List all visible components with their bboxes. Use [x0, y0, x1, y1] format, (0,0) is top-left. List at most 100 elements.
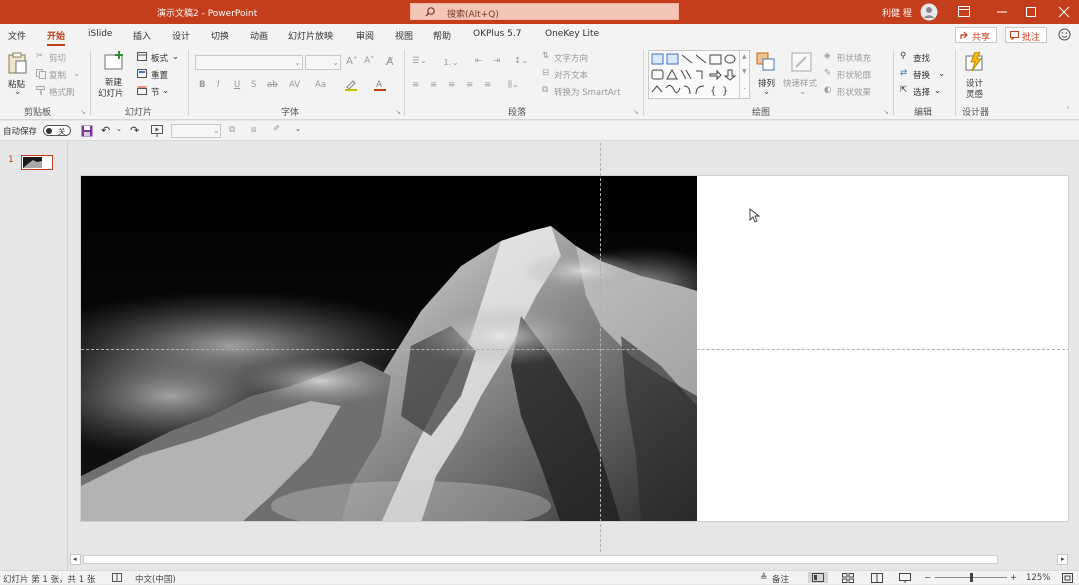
increase-font-icon[interactable]: A˄ [346, 56, 358, 67]
notes-button[interactable]: 备注 [772, 573, 789, 585]
justify-icon[interactable]: ≡ [466, 80, 473, 90]
decrease-font-icon[interactable]: A˅ [364, 56, 375, 66]
tab-okplus[interactable]: OKPlus 5.7 [473, 29, 521, 39]
underline-button[interactable]: U [234, 80, 240, 90]
tab-view[interactable]: 视图 [395, 29, 413, 42]
decrease-indent-icon[interactable]: ⇤ [475, 56, 482, 66]
format-painter-button[interactable]: 格式刷 [36, 85, 80, 98]
paste-button[interactable]: 粘贴 ⌄ [6, 50, 30, 97]
reset-button[interactable]: 重置 [137, 68, 181, 81]
zoom-level[interactable]: 125% [1026, 573, 1050, 583]
fit-to-window-icon[interactable] [1062, 573, 1073, 583]
close-icon[interactable] [1058, 6, 1070, 18]
maximize-icon[interactable] [1025, 6, 1037, 18]
font-name-dropdown[interactable]: ⌄ [195, 55, 303, 70]
font-size-dropdown[interactable]: ⌄ [305, 55, 341, 70]
slideshow-view-icon[interactable] [899, 573, 911, 583]
shapes-scroll[interactable]: ▲ ▼ ⌄ [739, 51, 749, 98]
ribbon-display-icon[interactable] [958, 6, 970, 17]
shape-effects-button[interactable]: ◐ 形状效果 [824, 85, 886, 98]
slide-sorter-icon[interactable] [842, 573, 854, 583]
tab-design[interactable]: 设计 [172, 29, 190, 42]
scroll-thumb[interactable] [83, 555, 998, 564]
customize-qat-icon[interactable]: ⌄ [295, 125, 301, 133]
qat-dropdown[interactable]: ⌄ [171, 124, 221, 138]
italic-button[interactable]: I [217, 80, 220, 90]
avatar-icon[interactable] [920, 3, 938, 21]
smartart-button[interactable]: ⧉ 转换为 SmartArt [542, 85, 632, 98]
tab-home[interactable]: 开始 [47, 29, 66, 46]
search-box[interactable]: 搜索(Alt+Q) [410, 3, 679, 20]
vertical-guide[interactable] [600, 143, 601, 552]
bold-button[interactable]: B [199, 80, 205, 90]
highlight-icon[interactable] [345, 79, 359, 91]
normal-view-button[interactable] [808, 572, 828, 583]
align-center-icon[interactable]: ≡ [430, 80, 437, 90]
user-name[interactable]: 利健 程 [882, 6, 912, 19]
zoom-out-button[interactable]: − [924, 573, 931, 583]
smiley-feedback-icon[interactable] [1058, 28, 1071, 41]
replace-button[interactable]: ⇄ 替换 ⌄ [900, 68, 950, 81]
zoom-in-button[interactable]: + [1010, 573, 1017, 583]
clear-format-icon[interactable]: A̸ [386, 55, 394, 68]
share-button[interactable]: 共享 [955, 27, 997, 43]
tab-review[interactable]: 审阅 [356, 29, 374, 42]
zoom-slider-thumb[interactable] [970, 573, 973, 582]
scroll-right-button[interactable]: ▸ [1057, 554, 1068, 565]
new-slide-button[interactable]: 新建 幻灯片 [96, 50, 132, 99]
collapse-ribbon-icon[interactable]: ˄ [1066, 106, 1070, 115]
columns-icon[interactable]: ⫼⌄ [508, 80, 519, 90]
format-brush-icon[interactable]: ✐ [273, 124, 280, 134]
select-button[interactable]: ⇱ 选择 ⌄ [900, 85, 950, 98]
layout-button[interactable]: 板式 ⌄ [137, 51, 181, 64]
autosave-toggle[interactable]: 关 [43, 125, 71, 136]
undo-icon[interactable]: ↶ [101, 124, 110, 137]
shadow-button[interactable]: S [251, 80, 256, 90]
line-spacing-icon[interactable]: ↕⌄ [514, 56, 528, 66]
shape-fill-button[interactable]: ◈ 形状填充 [824, 51, 886, 64]
horizontal-guide[interactable] [81, 349, 1068, 350]
paragraph-launcher-icon[interactable]: ↘ [633, 108, 639, 116]
arrange-button[interactable]: 排列 ⌄ [754, 50, 778, 98]
tab-insert[interactable]: 插入 [133, 29, 151, 42]
present-icon[interactable] [151, 125, 163, 137]
shapes-gallery[interactable]: {} ▲ ▼ ⌄ [648, 50, 750, 99]
font-launcher-icon[interactable]: ↘ [395, 108, 401, 116]
numbering-icon[interactable]: ⒈⌄ [443, 56, 459, 68]
clipboard-launcher-icon[interactable]: ↘ [80, 108, 86, 116]
section-button[interactable]: 节 ⌄ [137, 85, 181, 98]
tab-file[interactable]: 文件 [8, 29, 26, 42]
minimize-icon[interactable] [996, 6, 1008, 18]
tab-onekey[interactable]: OneKey Lite [545, 29, 599, 39]
drawing-launcher-icon[interactable]: ↘ [883, 108, 889, 116]
design-ideas-button[interactable]: 设计 灵感 [962, 50, 990, 100]
undo-dropdown-icon[interactable]: ⌄ [116, 125, 122, 133]
reading-view-icon[interactable] [871, 573, 883, 583]
change-case-icon[interactable]: Aa [315, 80, 326, 90]
tab-animations[interactable]: 动画 [250, 29, 268, 42]
increase-indent-icon[interactable]: ⇥ [493, 56, 500, 66]
redo-icon[interactable]: ↷ [130, 124, 139, 137]
scroll-left-button[interactable]: ◂ [70, 554, 81, 565]
slide-canvas[interactable] [80, 175, 1069, 522]
comments-button[interactable]: 批注 [1005, 27, 1047, 43]
bullets-icon[interactable]: ☰⌄ [412, 56, 427, 66]
cut-button[interactable]: ✂ 剪切 [36, 51, 76, 64]
tab-transitions[interactable]: 切换 [211, 29, 229, 42]
tab-help[interactable]: 帮助 [433, 29, 451, 42]
find-button[interactable]: ⚲ 查找 [900, 51, 944, 64]
distributed-icon[interactable]: ≡ [484, 80, 491, 90]
tab-slideshow[interactable]: 幻灯片放映 [288, 29, 333, 42]
spell-check-icon[interactable] [112, 573, 123, 583]
save-icon[interactable] [81, 125, 93, 137]
quick-styles-button[interactable]: 快速样式 ⌄ [783, 50, 821, 98]
copy-button[interactable]: 复制 ⌄ [36, 68, 80, 81]
shape-outline-button[interactable]: ✎ 形状轮廓 [824, 68, 886, 81]
font-color-icon[interactable]: A [374, 79, 386, 91]
align-text-button[interactable]: ⊟ 对齐文本 [542, 68, 612, 81]
horizontal-scrollbar[interactable]: ◂ ▸ [70, 553, 1069, 566]
group-icon[interactable]: ⧉ [229, 125, 235, 135]
ungroup-icon[interactable]: ⧈ [251, 125, 256, 135]
align-right-icon[interactable]: ≡ [448, 80, 455, 90]
tab-islide[interactable]: iSlide [88, 29, 112, 39]
